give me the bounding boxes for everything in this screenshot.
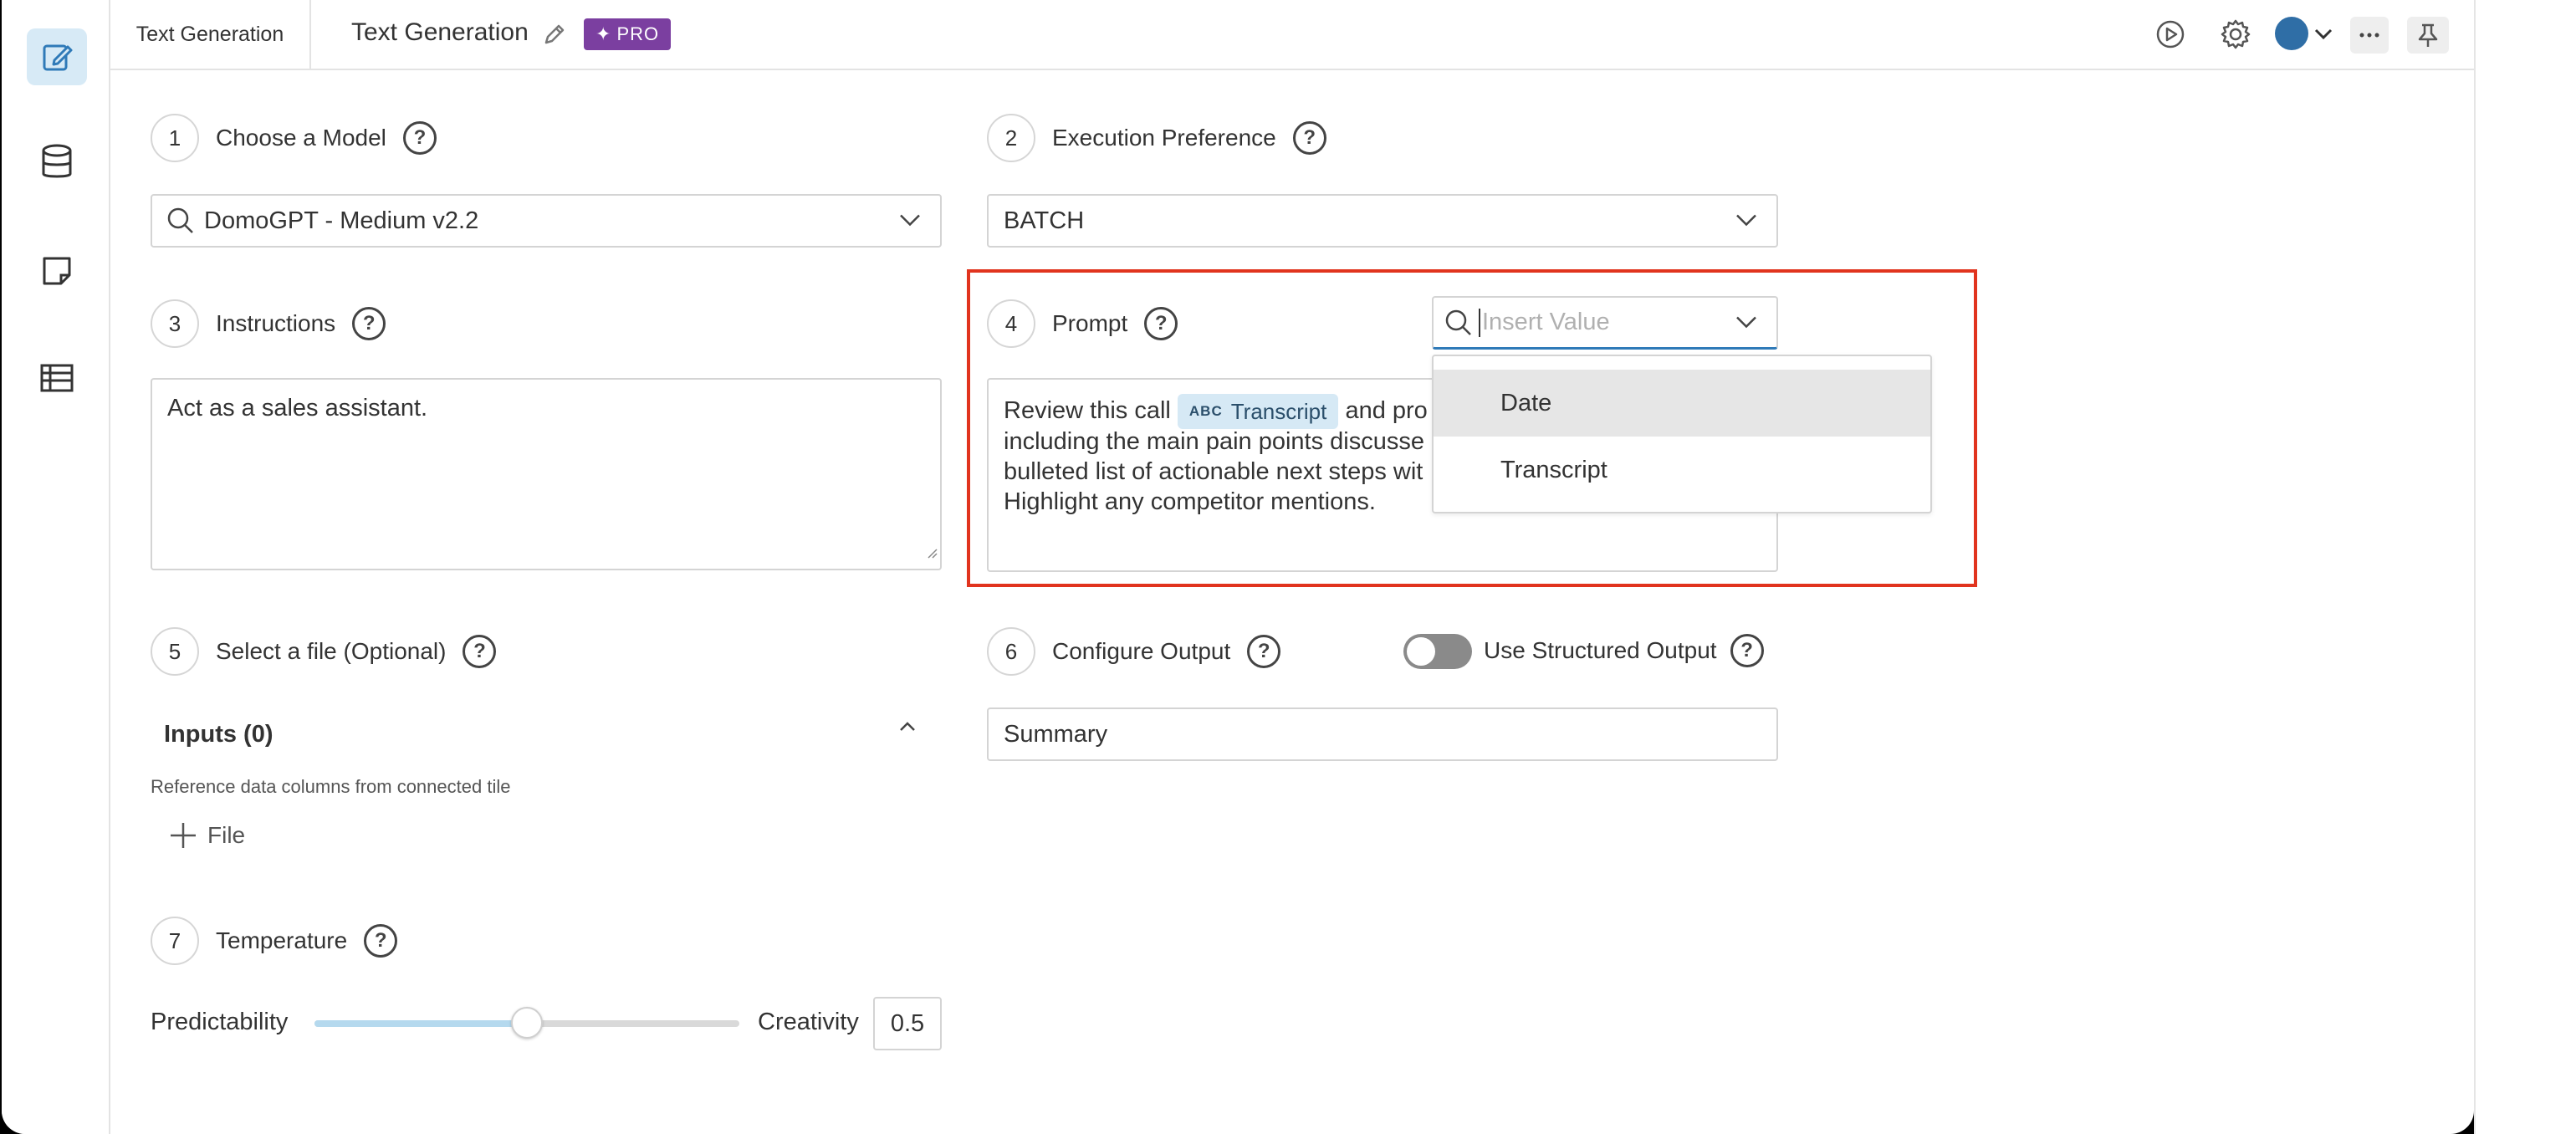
pro-badge: ✦ PRO [584,18,672,50]
step-number: 7 [151,917,199,965]
chevron-down-icon [898,207,922,235]
avatar[interactable] [2275,17,2308,50]
search-icon [166,206,196,236]
pin-icon[interactable] [2407,17,2449,54]
step-execution-preference: 2 Execution Preference ? [987,114,1326,162]
step-instructions: 3 Instructions ? [151,299,386,348]
execution-select[interactable]: BATCH [987,194,1778,248]
dropdown-option-transcript[interactable]: Transcript [1434,437,1930,503]
database-icon[interactable] [27,134,87,191]
more-icon[interactable] [2350,17,2389,54]
execution-value: BATCH [1004,207,1085,234]
help-icon[interactable]: ? [402,121,437,155]
gear-icon[interactable] [2218,17,2253,52]
add-file-button[interactable]: File [169,821,245,850]
play-icon[interactable] [2153,17,2188,52]
page-title: Text Generation [351,18,529,46]
structured-output-label: Use Structured Output [1484,637,1717,663]
resize-handle-icon[interactable] [925,537,938,567]
chevron-up-icon[interactable] [898,721,917,737]
step-number: 6 [987,627,1035,676]
output-value: Summary [1004,720,1108,748]
inputs-title: Inputs (0) [164,721,273,748]
plus-icon [169,821,197,850]
slider-thumb[interactable] [511,1007,543,1039]
insert-value-dropdown: Date Transcript [1432,355,1932,513]
step-label: Select a file (Optional) [216,638,447,664]
help-icon[interactable]: ? [364,924,398,958]
step-label: Execution Preference [1052,125,1276,151]
note-icon[interactable] [27,243,87,299]
step-number: 5 [151,627,199,676]
help-icon[interactable]: ? [463,635,497,668]
step-number: 3 [151,299,199,348]
left-rail [2,0,110,1134]
instructions-value: Act as a sales assistant. [167,395,428,421]
sparkle-icon: ✦ [595,23,612,44]
inputs-description: Reference data columns from connected ti… [151,776,511,797]
table-icon[interactable] [27,350,87,406]
help-icon[interactable]: ? [1247,635,1281,668]
step-temperature: 7 Temperature ? [151,917,398,965]
output-name-input[interactable]: Summary [987,707,1778,761]
top-bar: Text Generation Text Generation ✦ PRO [110,0,2474,70]
step-configure-output: 6 Configure Output ? [987,627,1281,676]
predictability-label: Predictability [151,1009,289,1035]
edit-icon[interactable] [27,28,87,85]
temperature-slider[interactable] [314,1007,739,1039]
step-label: Instructions [216,310,336,336]
structured-output: Use Structured Output ? [1484,634,1764,667]
step-select-file: 5 Select a file (Optional) ? [151,627,497,676]
right-pane [2474,0,2576,1134]
edit-title-icon[interactable] [542,22,567,51]
slider-fill [314,1020,527,1027]
step-label: Configure Output [1052,638,1231,664]
temperature-input[interactable]: 0.5 [873,997,942,1050]
chevron-down-icon [1735,207,1758,235]
temperature-value: 0.5 [890,1009,925,1037]
dropdown-option-date[interactable]: Date [1434,370,1930,437]
creativity-label: Creativity [758,1009,859,1035]
instructions-textarea[interactable]: Act as a sales assistant. [151,378,942,570]
model-select[interactable]: DomoGPT - Medium v2.2 [151,194,942,248]
step-label: Choose a Model [216,125,386,151]
step-label: Temperature [216,927,348,953]
model-value: DomoGPT - Medium v2.2 [204,207,479,234]
structured-output-toggle[interactable] [1403,634,1472,669]
step-choose-model: 1 Choose a Model ? [151,114,437,162]
chevron-down-icon[interactable] [2312,17,2335,52]
app-window: Text Generation Text Generation ✦ PRO 1 … [2,0,2474,1134]
help-icon[interactable]: ? [352,307,386,340]
tab-text-generation[interactable]: Text Generation [110,0,311,69]
help-icon[interactable]: ? [1292,121,1326,155]
step-number: 2 [987,114,1035,162]
step-number: 1 [151,114,199,162]
help-icon[interactable]: ? [1730,634,1764,667]
